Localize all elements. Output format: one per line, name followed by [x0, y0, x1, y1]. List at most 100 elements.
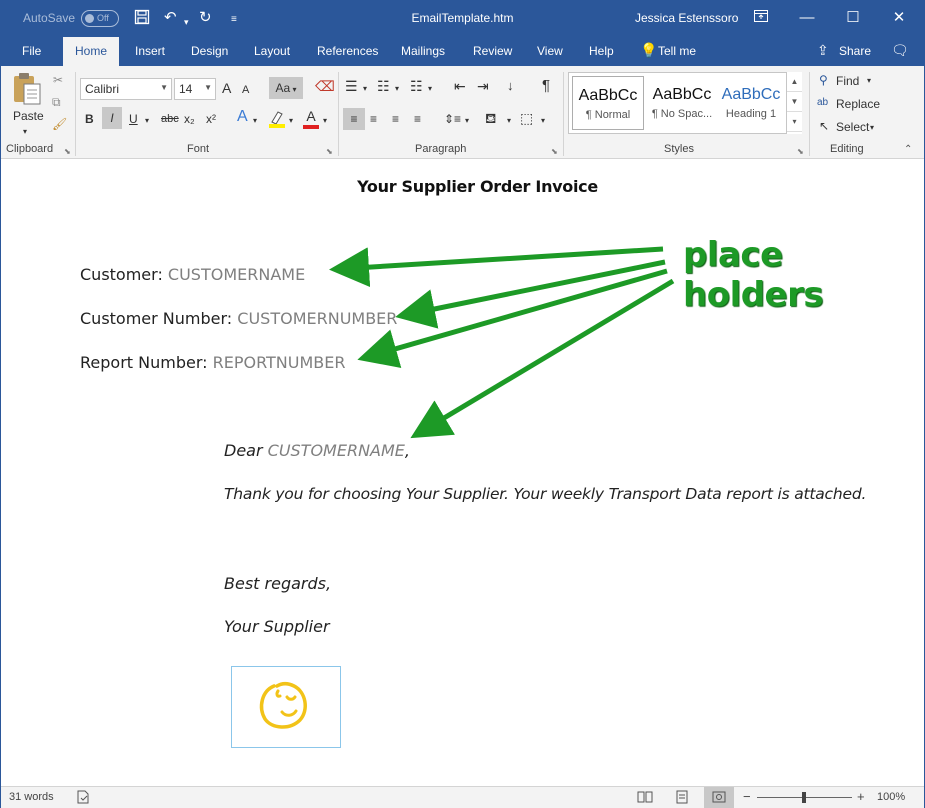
tab-mailings[interactable]: Mailings	[401, 44, 445, 58]
tell-me-search[interactable]: Tell me	[658, 44, 696, 58]
multilevel-list-icon[interactable]: ☷	[410, 78, 423, 94]
chevron-down-icon[interactable]: ▾	[395, 81, 399, 97]
zoom-level[interactable]: 100%	[877, 791, 905, 803]
cut-icon[interactable]: ✂	[53, 72, 63, 88]
zoom-out-icon[interactable]: −	[743, 789, 751, 804]
styles-launcher-icon[interactable]: ⬊	[797, 144, 804, 160]
more-styles-icon[interactable]: ▾	[787, 112, 802, 132]
font-name-value: Calibri	[85, 82, 120, 96]
minimize-icon[interactable]: —	[787, 5, 827, 31]
underline-button[interactable]: U	[129, 111, 138, 127]
tab-references[interactable]: References	[317, 44, 378, 58]
superscript-button[interactable]: x²	[206, 111, 216, 127]
scroll-up-icon[interactable]: ▲	[787, 72, 802, 92]
paste-label[interactable]: Paste	[13, 108, 44, 124]
tab-file[interactable]: File	[22, 44, 41, 58]
find-icon[interactable]: ⚲	[819, 72, 828, 88]
close-icon[interactable]: ✕	[879, 5, 919, 31]
font-color-icon[interactable]: A	[303, 108, 319, 129]
borders-icon[interactable]: ⬚	[520, 110, 533, 126]
style-normal[interactable]: AaBbCc ¶ Normal	[572, 76, 644, 130]
format-painter-icon[interactable]: 🖌	[52, 116, 67, 132]
chevron-down-icon[interactable]: ▾	[289, 113, 293, 129]
comments-icon[interactable]: 🗨	[891, 42, 909, 59]
tab-view[interactable]: View	[537, 44, 563, 58]
paste-icon[interactable]	[12, 72, 42, 106]
chevron-down-icon[interactable]: ▾	[145, 113, 149, 129]
chevron-down-icon[interactable]: ▾	[253, 113, 257, 129]
chevron-down-icon[interactable]: ▾	[541, 113, 545, 129]
collapse-ribbon-icon[interactable]: ⌃	[904, 142, 912, 158]
chevron-down-icon[interactable]: ▾	[465, 113, 469, 129]
select-icon[interactable]: ↖	[819, 118, 829, 134]
chevron-down-icon: ▼	[204, 83, 212, 92]
user-name[interactable]: Jessica Estenssoro	[635, 11, 738, 25]
ribbon-display-options-icon[interactable]	[741, 5, 781, 31]
find-button[interactable]: Find	[836, 73, 859, 89]
proofing-icon[interactable]	[76, 790, 90, 807]
grow-font-icon[interactable]: A	[222, 80, 231, 96]
style-heading-1[interactable]: AaBbCc Heading 1	[718, 76, 784, 130]
style-no-spacing[interactable]: AaBbCc ¶ No Spac...	[646, 76, 718, 130]
clear-formatting-icon[interactable]: ⌫	[315, 78, 335, 94]
chevron-down-icon[interactable]: ▾	[507, 113, 511, 129]
select-button[interactable]: Select	[836, 119, 869, 135]
zoom-slider-handle[interactable]	[802, 792, 806, 803]
decrease-indent-icon[interactable]: ⇤	[454, 78, 466, 94]
align-left-icon[interactable]: ≡	[343, 108, 365, 130]
chevron-down-icon[interactable]: ▾	[363, 81, 367, 97]
align-center-icon[interactable]: ≡	[370, 111, 377, 127]
web-layout-icon[interactable]	[704, 787, 734, 808]
lightbulb-icon: 💡	[640, 42, 658, 58]
justify-icon[interactable]: ≡	[414, 111, 421, 127]
replace-icon[interactable]: ab	[817, 95, 828, 111]
read-mode-icon[interactable]	[637, 790, 653, 807]
word-window: AutoSave Off ↶ ▾ ↻ ≡ EmailTemplate.htm J…	[0, 0, 925, 808]
paste-dropdown-icon[interactable]: ▾	[23, 124, 27, 140]
editing-group-label: Editing	[830, 143, 864, 155]
increase-indent-icon[interactable]: ⇥	[477, 78, 489, 94]
chevron-down-icon[interactable]: ▾	[867, 73, 871, 89]
tab-layout[interactable]: Layout	[254, 44, 290, 58]
font-name-box[interactable]: Calibri ▼	[80, 78, 172, 100]
font-size-box[interactable]: 14 ▼	[174, 78, 216, 100]
print-layout-icon[interactable]	[675, 790, 689, 807]
paragraph-launcher-icon[interactable]: ⬊	[551, 144, 558, 160]
clipboard-launcher-icon[interactable]: ⬊	[64, 144, 71, 160]
change-case-button[interactable]: Aa ▾	[269, 77, 303, 99]
subscript-button[interactable]: x₂	[184, 111, 195, 127]
sort-icon[interactable]: ↓	[507, 78, 514, 94]
bold-button[interactable]: B	[85, 111, 94, 127]
font-launcher-icon[interactable]: ⬊	[326, 144, 333, 160]
italic-button[interactable]: I	[102, 107, 122, 129]
chevron-down-icon[interactable]: ▾	[323, 113, 327, 129]
chevron-down-icon[interactable]: ▾	[428, 81, 432, 97]
tab-review[interactable]: Review	[473, 44, 512, 58]
share-icon[interactable]: ⇪	[817, 42, 829, 59]
tab-design[interactable]: Design	[191, 44, 228, 58]
tab-insert[interactable]: Insert	[135, 44, 165, 58]
replace-button[interactable]: Replace	[836, 96, 880, 112]
share-button[interactable]: Share	[839, 44, 871, 58]
zoom-in-icon[interactable]: +	[857, 789, 865, 804]
show-formatting-icon[interactable]: ¶	[542, 78, 550, 94]
word-count[interactable]: 31 words	[9, 791, 54, 803]
document-page[interactable]: Your Supplier Order Invoice Customer: CU…	[1, 159, 924, 786]
zoom-slider[interactable]	[757, 792, 852, 803]
chevron-down-icon[interactable]: ▾	[870, 120, 874, 136]
tab-home[interactable]: Home	[63, 37, 120, 67]
strikethrough-button[interactable]: abc	[161, 111, 179, 127]
shrink-font-icon[interactable]: A	[242, 82, 249, 98]
shading-icon[interactable]: ⛾	[485, 110, 496, 126]
style-name: ¶ Normal	[585, 109, 631, 121]
text-effects-icon[interactable]: A	[237, 109, 248, 125]
line-spacing-icon[interactable]: ⇕≡	[444, 111, 461, 127]
numbering-icon[interactable]: ☷	[377, 78, 390, 94]
bullets-icon[interactable]: ☰	[345, 78, 358, 94]
scroll-down-icon[interactable]: ▼	[787, 92, 802, 112]
copy-icon[interactable]: ⧉	[52, 94, 61, 110]
tab-help[interactable]: Help	[589, 44, 614, 58]
highlight-icon[interactable]	[269, 110, 285, 128]
maximize-icon[interactable]: ☐	[833, 5, 873, 31]
align-right-icon[interactable]: ≡	[392, 111, 399, 127]
